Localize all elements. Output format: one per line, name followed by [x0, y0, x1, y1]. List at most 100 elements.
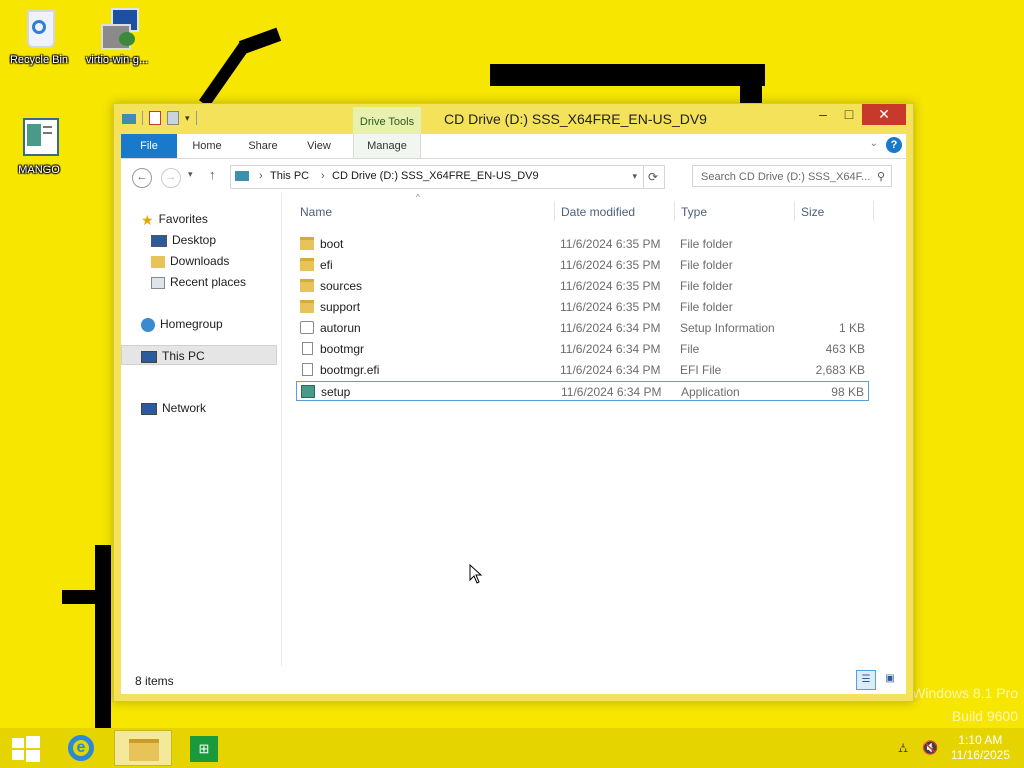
file-size: 98 KB — [831, 385, 864, 399]
column-separator[interactable] — [674, 201, 675, 221]
file-type: File folder — [680, 237, 733, 251]
file-row-bootmgr[interactable]: bootmgr 11/6/2024 6:34 PM File 463 KB — [296, 339, 869, 359]
recent-locations-icon[interactable]: ▾ — [188, 169, 193, 180]
nav-favorites[interactable]: ★ Favorites — [141, 209, 208, 229]
back-button[interactable]: ← — [132, 168, 152, 188]
nav-recent-places[interactable]: Recent places — [151, 272, 246, 292]
help-icon[interactable]: ? — [886, 137, 902, 153]
file-type: File folder — [680, 258, 733, 272]
file-explorer-button[interactable] — [114, 730, 172, 766]
internet-explorer-button[interactable]: e — [56, 730, 108, 766]
column-header-type[interactable]: Type — [681, 205, 707, 219]
column-header-date[interactable]: Date modified — [561, 205, 635, 219]
file-list: ^ Name Date modified Type Size boot 11/6… — [282, 193, 906, 666]
settings-file-icon — [300, 321, 314, 334]
nav-favorites-label: Favorites — [158, 212, 208, 226]
recycle-bin-shortcut[interactable]: Recycle Bin — [1, 6, 77, 66]
mango-shortcut[interactable]: MANGO — [1, 116, 77, 176]
file-name: autorun — [320, 321, 361, 335]
file-date: 11/6/2024 6:34 PM — [560, 363, 661, 377]
properties-icon[interactable] — [149, 111, 161, 125]
column-separator[interactable] — [794, 201, 795, 221]
breadcrumb-cd-drive[interactable]: CD Drive (D:) SSS_X64FRE_EN-US_DV9 — [332, 170, 539, 182]
minimize-button[interactable]: – — [809, 104, 837, 125]
tab-view[interactable]: View — [299, 134, 339, 158]
recent-places-icon — [151, 276, 165, 289]
tab-manage[interactable]: Manage — [353, 134, 421, 158]
store-button[interactable]: ⊞ — [178, 730, 230, 766]
column-separator[interactable] — [554, 201, 555, 221]
clock-time: 1:10 AM — [958, 733, 1003, 747]
close-button[interactable]: ✕ — [862, 104, 906, 125]
file-row-support[interactable]: support 11/6/2024 6:35 PM File folder — [296, 297, 869, 317]
internet-explorer-icon: e — [68, 735, 94, 761]
column-separator[interactable] — [873, 201, 874, 221]
column-header-name[interactable]: Name — [300, 205, 332, 219]
file-row-setup[interactable]: setup 11/6/2024 6:34 PM Application 98 K… — [296, 381, 869, 401]
expand-ribbon-icon[interactable]: ⌄ — [870, 138, 878, 149]
refresh-button[interactable]: ⟳ — [642, 165, 665, 189]
nav-this-pc-label: This PC — [162, 349, 205, 363]
file-name: setup — [321, 385, 351, 399]
nav-this-pc[interactable]: This PC — [121, 345, 277, 365]
file-name: bootmgr.efi — [320, 363, 380, 377]
system-clock[interactable]: 1:10 AM 11/16/2025 — [951, 733, 1010, 763]
maximize-button[interactable]: □ — [835, 104, 863, 125]
taskbar: e ⊞ ⛼ 🔇 1:10 AM 11/16/2025 — [0, 728, 1024, 768]
file-row-boot[interactable]: boot 11/6/2024 6:35 PM File folder — [296, 234, 869, 254]
volume-muted-icon[interactable]: 🔇 — [922, 740, 938, 756]
tab-home[interactable]: Home — [185, 134, 229, 158]
nav-desktop[interactable]: Desktop — [151, 230, 216, 250]
nav-homegroup[interactable]: Homegroup — [141, 314, 223, 334]
navigation-bar: ← → ▾ ↑ › This PC › CD Drive (D:) SSS_X6… — [121, 159, 906, 193]
search-placeholder: Search CD Drive (D:) SSS_X64F... — [701, 171, 871, 183]
forward-button[interactable]: → — [161, 168, 181, 188]
nav-recent-places-label: Recent places — [170, 275, 247, 289]
document-icon — [17, 116, 61, 160]
large-icons-view-icon[interactable]: ▣ — [880, 670, 900, 690]
os-watermark-build: Build 9600 — [951, 708, 1018, 724]
file-row-sources[interactable]: sources 11/6/2024 6:35 PM File folder — [296, 276, 869, 296]
address-bar[interactable]: › This PC › CD Drive (D:) SSS_X64FRE_EN-… — [230, 165, 644, 189]
os-watermark-edition: Windows 8.1 Pro — [912, 685, 1018, 701]
breadcrumb-this-pc[interactable]: This PC — [270, 170, 309, 182]
virtio-installer-shortcut[interactable]: virtio-win-g... — [79, 6, 155, 66]
recycle-bin-label: Recycle Bin — [9, 54, 69, 66]
homegroup-icon — [141, 317, 155, 332]
tab-file[interactable]: File — [121, 134, 177, 158]
file-date: 11/6/2024 6:35 PM — [560, 300, 661, 314]
new-folder-icon[interactable] — [167, 111, 179, 125]
recycle-bin-icon — [17, 6, 61, 50]
search-input[interactable]: Search CD Drive (D:) SSS_X64F... ⚲ — [692, 165, 892, 187]
network-tray-icon[interactable]: ⛼ — [898, 740, 908, 758]
details-view-icon[interactable]: ☰ — [856, 670, 876, 690]
search-icon: ⚲ — [876, 171, 885, 183]
up-button[interactable]: ↑ — [209, 167, 216, 182]
drive-icon — [235, 171, 249, 181]
nav-desktop-label: Desktop — [172, 233, 217, 247]
qat-separator — [142, 111, 143, 125]
title-bar: ▾ Drive Tools CD Drive (D:) SSS_X64FRE_E… — [114, 104, 913, 134]
folder-icon — [300, 279, 314, 292]
tab-share[interactable]: Share — [241, 134, 285, 158]
start-button[interactable] — [0, 730, 52, 766]
application-icon — [301, 385, 315, 398]
installer-icon — [95, 6, 139, 50]
nav-downloads[interactable]: Downloads — [151, 251, 229, 271]
file-date: 11/6/2024 6:35 PM — [560, 279, 661, 293]
column-header-size[interactable]: Size — [801, 205, 824, 219]
file-icon — [302, 363, 313, 376]
window-title: CD Drive (D:) SSS_X64FRE_EN-US_DV9 — [444, 111, 707, 127]
file-row-autorun[interactable]: autorun 11/6/2024 6:34 PM Setup Informat… — [296, 318, 869, 338]
file-type: File folder — [680, 300, 733, 314]
file-date: 11/6/2024 6:35 PM — [560, 237, 661, 251]
nav-network[interactable]: Network — [141, 398, 206, 418]
qat-customize-icon[interactable]: ▾ — [185, 113, 190, 124]
address-dropdown-icon[interactable]: ▾ — [632, 171, 637, 182]
clock-date: 11/16/2025 — [950, 748, 1010, 762]
file-icon — [302, 342, 313, 355]
file-date: 11/6/2024 6:34 PM — [560, 342, 661, 356]
file-row-bootmgr-efi[interactable]: bootmgr.efi 11/6/2024 6:34 PM EFI File 2… — [296, 360, 869, 380]
file-row-efi[interactable]: efi 11/6/2024 6:35 PM File folder — [296, 255, 869, 275]
file-type: Application — [681, 385, 740, 399]
